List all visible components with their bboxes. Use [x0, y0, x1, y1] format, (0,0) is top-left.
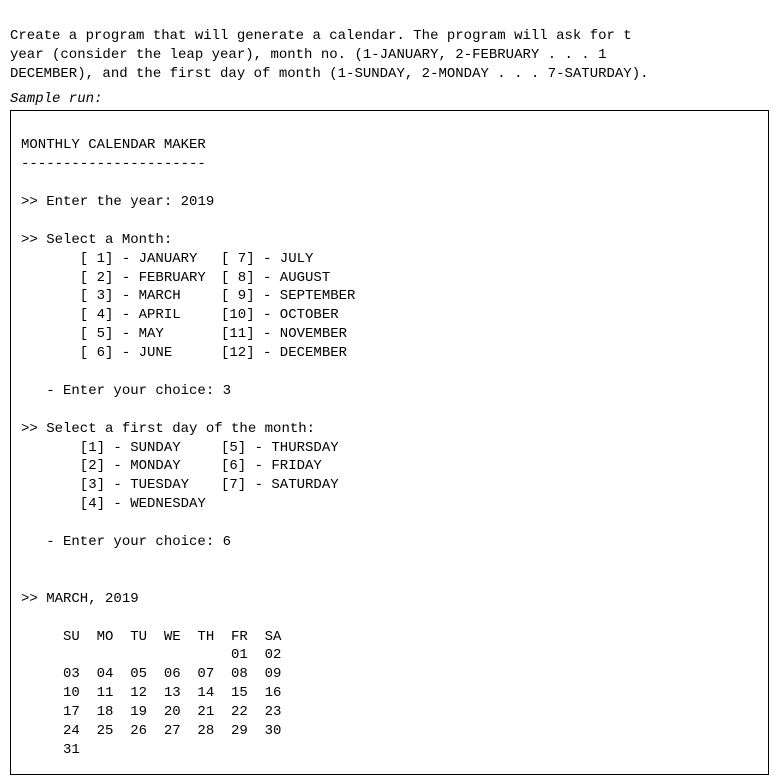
day-options-left: [1] - SUNDAY [2] - MONDAY [3] - TUESDAY … [21, 439, 221, 515]
calendar-row: 17 18 19 20 21 22 23 [21, 704, 281, 720]
sample-run-box: MONTHLY CALENDAR MAKER -----------------… [10, 110, 769, 774]
month-options-right: [ 7] - JULY [ 8] - AUGUST [ 9] - SEPTEMB… [221, 250, 355, 363]
calendar-row: 24 25 26 27 28 29 30 [21, 723, 281, 739]
calendar-title: >> MARCH, 2019 [21, 591, 139, 607]
day-options-right: [5] - THURSDAY [6] - FRIDAY [7] - SATURD… [221, 439, 339, 515]
sample-run-label: Sample run: [10, 90, 769, 109]
year-value: 2019 [181, 194, 215, 210]
month-options: [ 1] - JANUARY [ 2] - FEBRUARY [ 3] - MA… [21, 250, 758, 363]
month-prompt-header: >> Select a Month: [21, 232, 172, 248]
day-choice-value: 6 [223, 534, 231, 550]
year-prompt: >> Enter the year: 2019 [21, 194, 214, 210]
intro-line-1: Create a program that will generate a ca… [10, 28, 632, 44]
title-divider: ---------------------- [21, 156, 206, 172]
month-choice-value: 3 [223, 383, 231, 399]
month-options-left: [ 1] - JANUARY [ 2] - FEBRUARY [ 3] - MA… [21, 250, 221, 363]
day-prompt-header: >> Select a first day of the month: [21, 421, 315, 437]
app-title: MONTHLY CALENDAR MAKER [21, 137, 206, 153]
calendar-row: 01 02 [21, 647, 281, 663]
calendar-row: 03 04 05 06 07 08 09 [21, 666, 281, 682]
calendar-header-row: SU MO TU WE TH FR SA [21, 629, 281, 645]
day-choice: - Enter your choice: 6 [21, 534, 231, 550]
calendar-row: 31 [21, 742, 80, 758]
day-options: [1] - SUNDAY [2] - MONDAY [3] - TUESDAY … [21, 439, 758, 515]
calendar-row: 10 11 12 13 14 15 16 [21, 685, 281, 701]
problem-statement: Create a program that will generate a ca… [10, 8, 769, 84]
intro-line-2: year (consider the leap year), month no.… [10, 47, 607, 63]
month-choice: - Enter your choice: 3 [21, 383, 231, 399]
intro-line-3: DECEMBER), and the first day of month (1… [10, 66, 649, 82]
